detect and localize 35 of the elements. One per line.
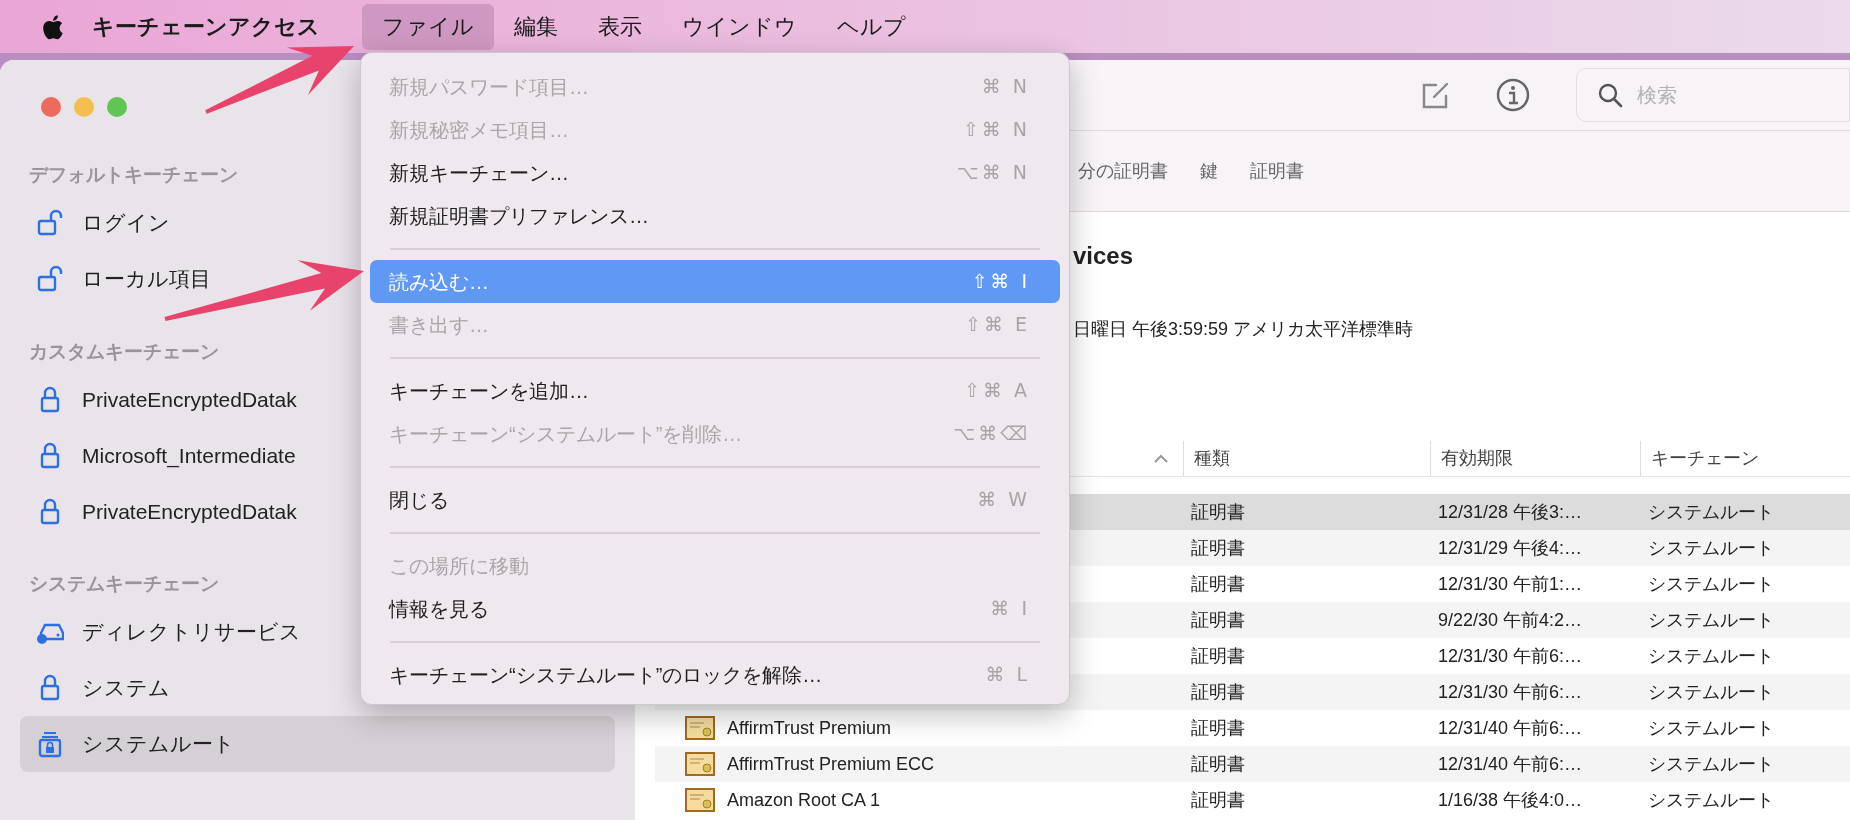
table-cell: システムルート [1648,717,1774,738]
sidebar-section-title: カスタムキーチェーン [29,339,219,364]
table-cell-text: Amazon Root CA 1 [727,788,881,812]
table-cell: 12/31/40 午前6:… [1438,753,1583,774]
table-cell: システムルート [1648,537,1774,558]
table-cell: 12/31/30 午前1:… [1438,573,1583,594]
table-cell: システムルート [1648,753,1774,774]
table-cell: 12/31/30 午前6:… [1438,681,1583,702]
table-cell: システムルート [1648,681,1774,702]
table-cell: 12/31/40 午前6:… [1438,717,1583,738]
table-cell: 証明書 [1191,753,1245,774]
table-cell-text: AffirmTrust Premium ECC [727,752,935,776]
table-cell: 証明書 [1191,789,1245,810]
table-cell: システムルート [1648,645,1774,666]
sidebar-section-title: システムキーチェーン [29,571,219,596]
table-cell: 証明書 [1191,501,1245,522]
table-cell: 9/22/30 午前4:2… [1438,609,1583,630]
expiry-text: 日曜日 午後3:59:59 アメリカ太平洋標準時 [1073,318,1415,341]
table-cell: 証明書 [1191,717,1245,738]
sidebar-section-title: デフォルトキーチェーン [29,162,238,187]
table-cell: 証明書 [1191,573,1245,594]
table-cell-text: AffirmTrust Premium [727,716,891,740]
table-cell: 12/31/30 午前6:… [1438,645,1583,666]
table-cell: 1/16/38 午後4:0… [1438,789,1583,810]
table-cell: 12/31/29 午後4:… [1438,537,1583,558]
table-cell: システムルート [1648,789,1774,810]
table-cell: システムルート [1648,501,1774,522]
table-cell: システムルート [1648,609,1774,630]
table-cell: 証明書 [1191,681,1245,702]
table-cell: 証明書 [1191,609,1245,630]
table-cell: 12/31/28 午後3:… [1438,501,1583,522]
item-title: vices [1073,241,1135,271]
table-cell: 証明書 [1191,537,1245,558]
table-cell: 証明書 [1191,645,1245,666]
table-cell: システムルート [1648,573,1774,594]
